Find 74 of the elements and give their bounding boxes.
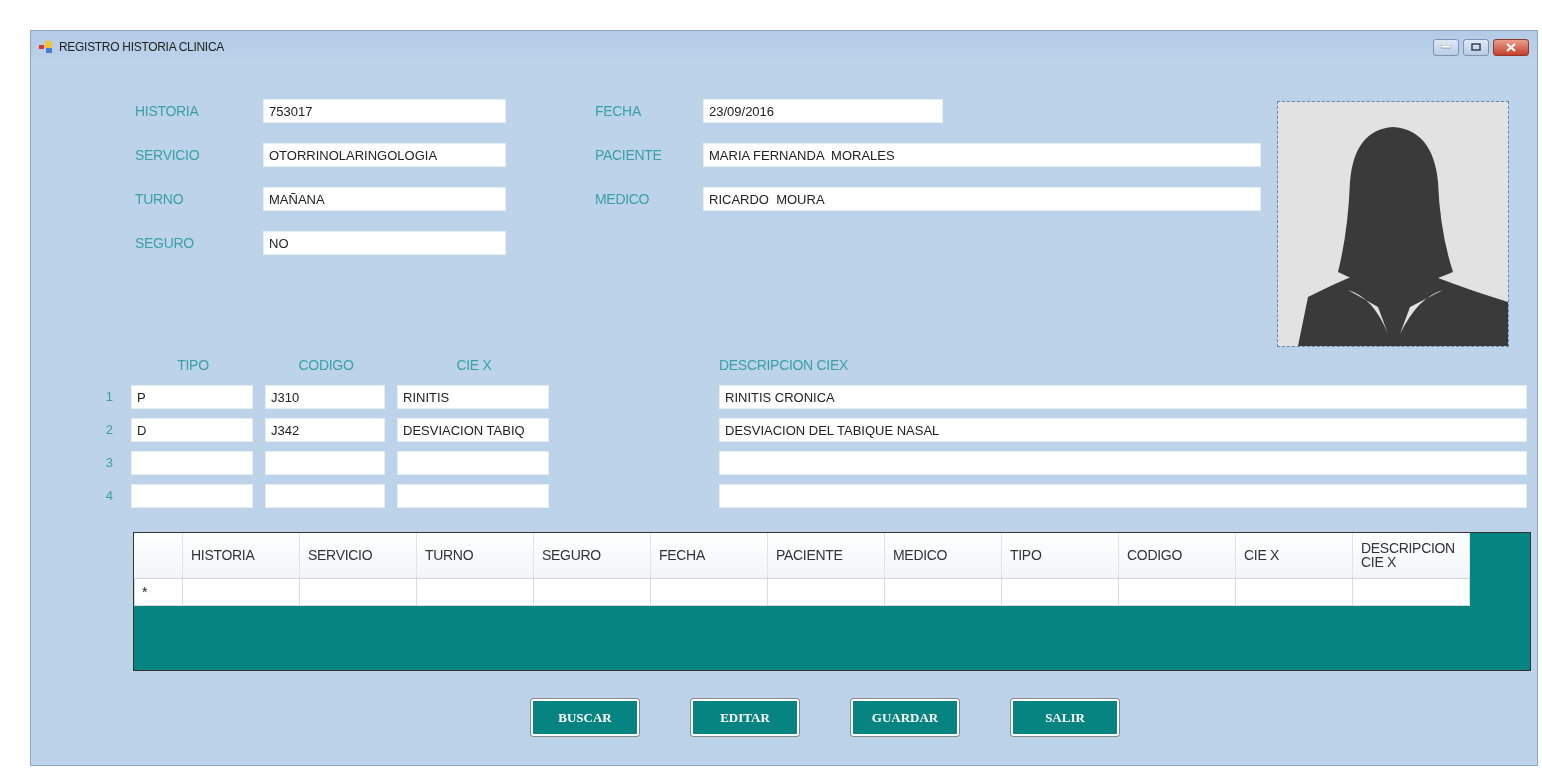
minimize-button[interactable] (1433, 38, 1459, 56)
table-cell[interactable] (650, 578, 768, 605)
table-cell[interactable] (1235, 578, 1353, 605)
field-label: TURNO (135, 189, 185, 209)
column-header: HISTORIA (182, 533, 300, 578)
minimize-icon (1441, 45, 1451, 49)
text-field[interactable]: 753017 (263, 99, 506, 123)
text-field[interactable]: MARIA FERNANDA MORALES (703, 143, 1261, 167)
table-cell[interactable] (533, 578, 651, 605)
column-header: SEGURO (533, 533, 651, 578)
table-cell[interactable] (182, 578, 300, 605)
text-field[interactable]: P (131, 385, 253, 409)
text-field[interactable]: DESVIACION TABIQ (397, 418, 549, 442)
text-field[interactable] (265, 451, 385, 475)
action-button[interactable]: EDITAR (691, 699, 799, 736)
row-number: 2 (104, 421, 114, 440)
text-field[interactable]: NO (263, 231, 506, 255)
text-field[interactable] (719, 484, 1527, 508)
column-header: TIPO (176, 356, 210, 375)
text-field[interactable]: 23/09/2016 (703, 99, 943, 123)
field-label: HISTORIA (135, 101, 200, 121)
column-header: PACIENTE (767, 533, 885, 578)
column-header: SERVICIO (299, 533, 417, 578)
table-cell[interactable] (1001, 578, 1119, 605)
field-label: SEGURO (135, 233, 195, 253)
field-label: PACIENTE (595, 145, 663, 165)
column-header: MEDICO (884, 533, 1002, 578)
column-header: CODIGO (1118, 533, 1236, 578)
text-field[interactable] (131, 484, 253, 508)
table-cell[interactable] (767, 578, 885, 605)
text-field[interactable]: J342 (265, 418, 385, 442)
app-icon (39, 41, 53, 53)
field-label: MEDICO (595, 189, 651, 209)
window-title: REGISTRO HISTORIA CLINICA (59, 39, 224, 56)
table-cell[interactable] (1118, 578, 1236, 605)
column-header: CIE X (455, 356, 493, 375)
column-header: TURNO (416, 533, 534, 578)
text-field[interactable] (265, 484, 385, 508)
row-number: 3 (104, 454, 114, 473)
action-button[interactable]: SALIR (1011, 699, 1119, 736)
maximize-icon (1471, 43, 1481, 51)
table-cell[interactable] (884, 578, 1002, 605)
column-header: DESCRIPCION CIEX (719, 356, 849, 375)
action-button[interactable]: GUARDAR (851, 699, 959, 736)
action-button[interactable]: BUSCAR (531, 699, 639, 736)
row-number: 1 (104, 388, 114, 407)
text-field[interactable]: RINITIS (397, 385, 549, 409)
text-field[interactable] (131, 451, 253, 475)
column-header: CODIGO (297, 356, 355, 375)
new-row-marker: * (141, 583, 148, 600)
column-header: FECHA (650, 533, 768, 578)
text-field[interactable]: DESVIACION DEL TABIQUE NASAL (719, 418, 1527, 442)
text-field[interactable]: OTORRINOLARINGOLOGIA (263, 143, 506, 167)
text-field[interactable]: RICARDO MOURA (703, 187, 1261, 211)
text-field[interactable]: MAÑANA (263, 187, 506, 211)
field-label: FECHA (595, 101, 642, 121)
data-grid[interactable]: HISTORIA SERVICIO TURNO SEGURO FECHA PACIENTE MEDICO TIPO CODIGO CIE X DESCRIPCION CIE X * (133, 532, 1531, 671)
maximize-button[interactable] (1463, 38, 1489, 56)
text-field[interactable]: RINITIS CRONICA (719, 385, 1527, 409)
table-cell[interactable] (416, 578, 534, 605)
field-label: SERVICIO (135, 145, 201, 165)
column-header: CIE X (1235, 533, 1353, 578)
text-field[interactable] (719, 451, 1527, 475)
text-field[interactable]: D (131, 418, 253, 442)
column-header: TIPO (1001, 533, 1119, 578)
table-cell[interactable] (1352, 578, 1470, 605)
text-field[interactable] (397, 484, 549, 508)
text-field[interactable]: J310 (265, 385, 385, 409)
table-cell[interactable] (299, 578, 417, 605)
row-number: 4 (104, 487, 114, 506)
text-field[interactable] (397, 451, 549, 475)
close-icon (1506, 42, 1516, 52)
close-button[interactable] (1493, 38, 1529, 56)
column-header: DESCRIPCION CIE X (1352, 533, 1470, 578)
